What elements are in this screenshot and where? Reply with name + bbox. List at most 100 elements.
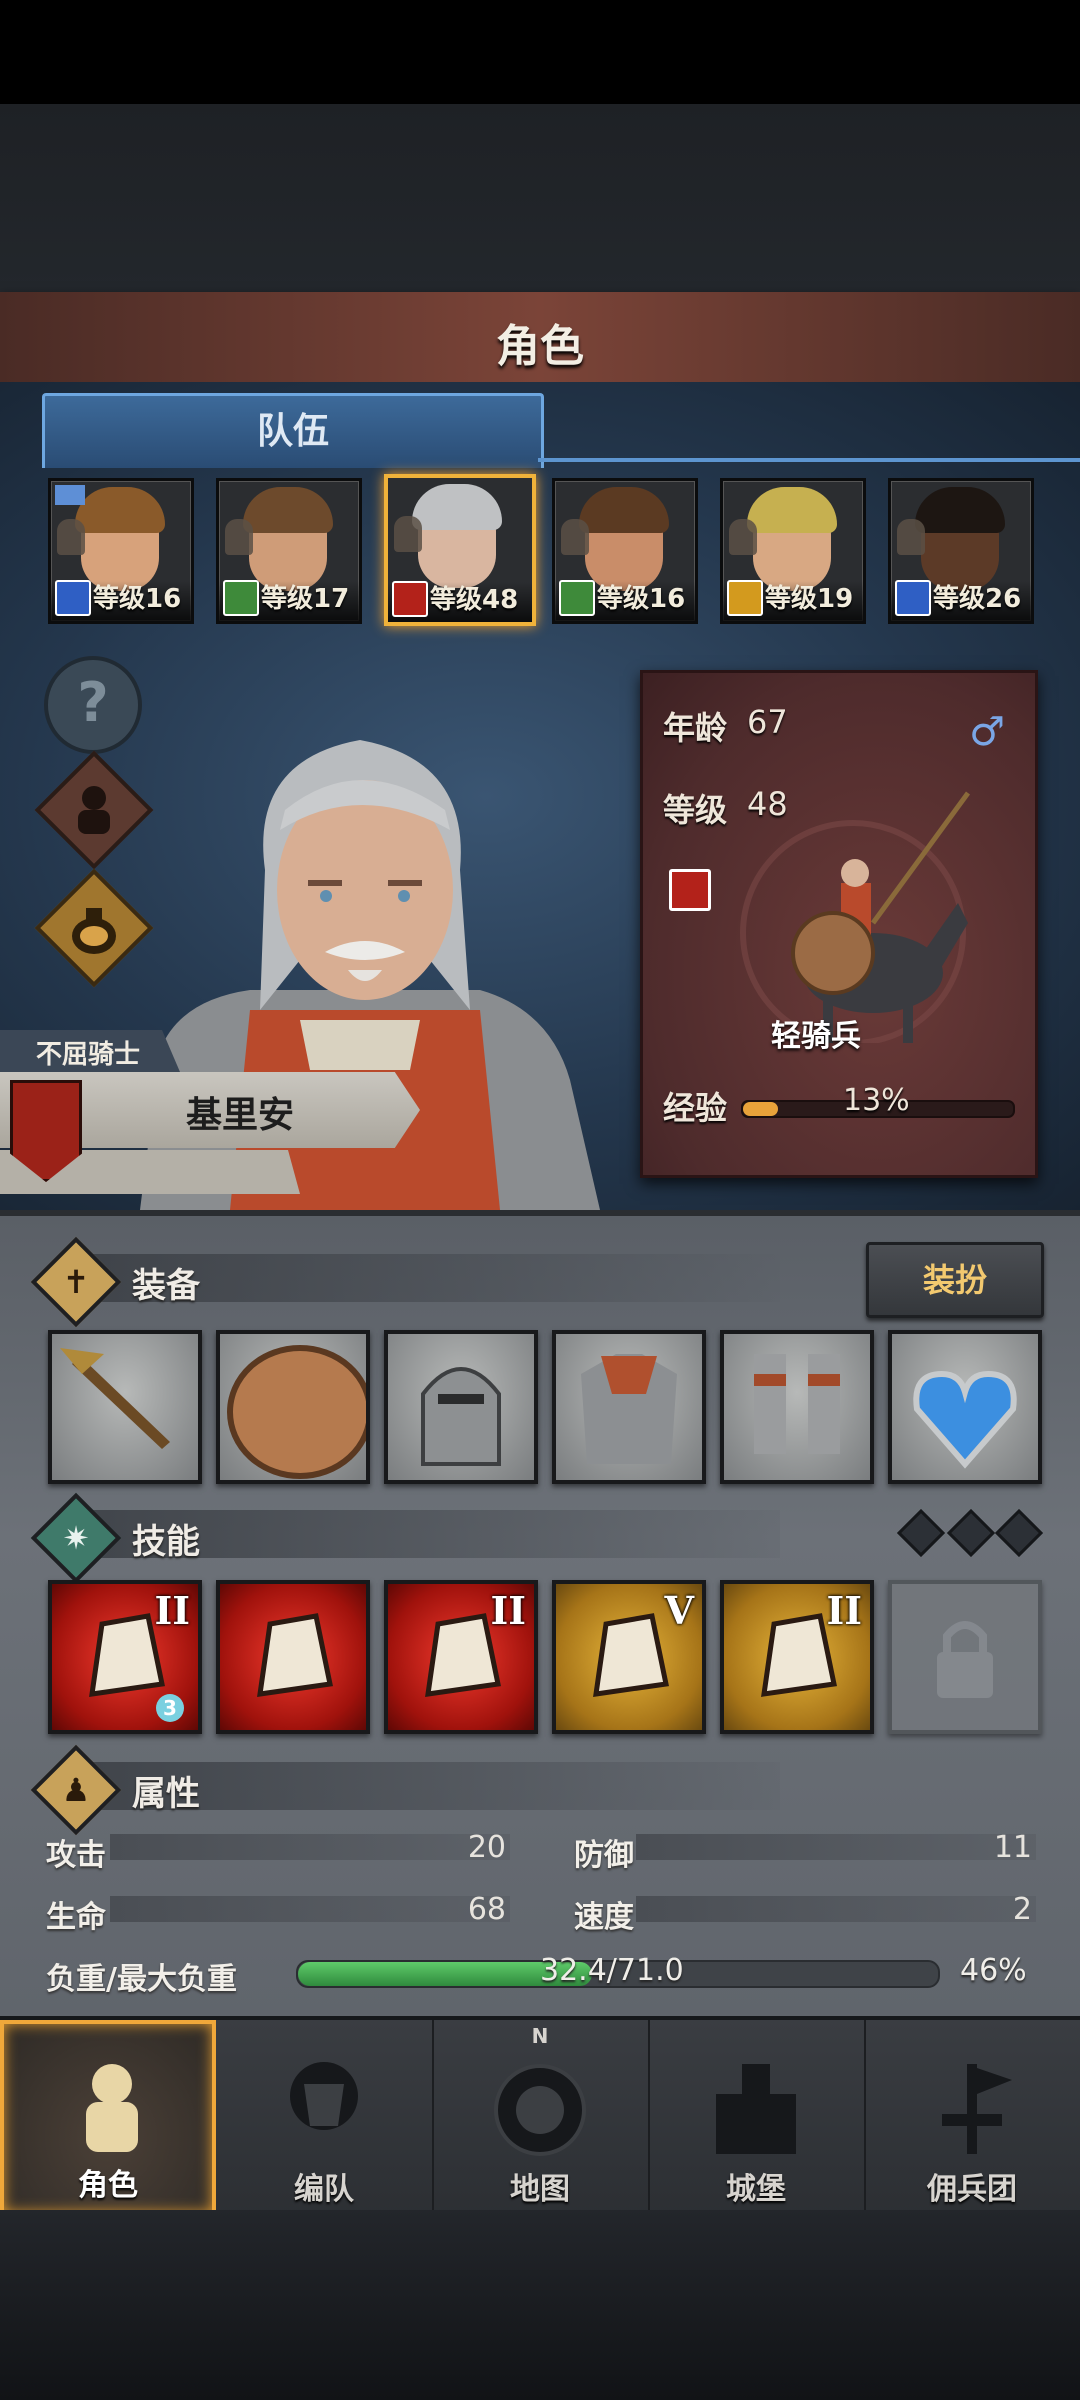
portrait-level: 等级16: [597, 584, 686, 614]
skill-charges-badge: 3: [156, 1694, 184, 1722]
mini-soldier-icon: [225, 519, 253, 555]
portrait-hair: [412, 484, 502, 530]
exp-percent: 13%: [843, 1083, 910, 1118]
skill-slot[interactable]: II: [720, 1580, 874, 1734]
skill-slot[interactable]: II 3: [48, 1580, 202, 1734]
status-bar: [0, 0, 1080, 104]
age-label: 年龄: [663, 709, 728, 747]
portrait-level: 等级17: [261, 584, 350, 614]
skill-slot[interactable]: II: [384, 1580, 538, 1734]
tab-underline: [538, 458, 1080, 462]
dress-up-button[interactable]: 装扮: [866, 1242, 1044, 1318]
skill-rank: V: [664, 1588, 694, 1633]
shield-icon: [727, 580, 763, 616]
lock-icon: [892, 1584, 1038, 1730]
portrait-level: 等级16: [93, 584, 182, 614]
age-value: 67: [747, 703, 788, 741]
light-cavalry-icon: [740, 791, 971, 1043]
mini-soldier-icon: [729, 519, 757, 555]
party-member-portrait[interactable]: 等级26: [888, 478, 1034, 624]
nav-label: 佣兵团: [927, 2172, 1017, 2207]
portrait-level: 等级48: [430, 585, 519, 615]
unit-info-card: 年龄 67 ♂ 等级 48 轻骑兵 经验 13%: [640, 670, 1038, 1178]
dress-up-label: 装扮: [922, 1261, 987, 1299]
attributes-title: 属性: [132, 1774, 200, 1814]
nav-item-mercenary[interactable]: 佣兵团: [864, 2020, 1080, 2216]
defense-label: 防御: [574, 1838, 634, 1873]
nav-label: 城堡: [726, 2172, 786, 2207]
equipment-slot[interactable]: [216, 1330, 370, 1484]
skill-rank: II: [154, 1588, 190, 1633]
star-icon: ✷: [62, 1519, 90, 1557]
spear-icon: [55, 580, 91, 616]
portrait-level: 等级19: [765, 584, 854, 614]
equipment-slot[interactable]: [48, 1330, 202, 1484]
party-member-portrait[interactable]: 等级19: [720, 478, 866, 624]
leader-flag-icon: [55, 485, 85, 505]
nav-item-knight[interactable]: 角色: [0, 2020, 216, 2216]
mini-soldier-icon: [394, 516, 422, 552]
portrait-hair: [243, 487, 333, 533]
nav-label: 地图: [510, 2172, 570, 2207]
hp-value: 68: [467, 1892, 506, 1927]
skill-slot[interactable]: V: [552, 1580, 706, 1734]
cross-icon: ✝: [62, 1263, 90, 1301]
page-title: 角色: [496, 321, 584, 372]
party-member-portrait[interactable]: 等级48: [384, 474, 536, 626]
top-backdrop: [0, 104, 1080, 292]
portrait-hair: [915, 487, 1005, 533]
compass-north-label: N: [531, 2024, 549, 2048]
nav-item-compass-map[interactable]: N 地图: [432, 2020, 650, 2216]
skill-slot[interactable]: [888, 1580, 1042, 1734]
attack-value: 20: [467, 1830, 506, 1865]
hp-label: 生命: [46, 1900, 106, 1935]
pawn-icon: ♟: [61, 1771, 91, 1809]
bottom-backdrop: [0, 2210, 1080, 2400]
party-member-portrait[interactable]: 等级16: [48, 478, 194, 624]
speed-value: 2: [1012, 1892, 1032, 1927]
equipment-slot[interactable]: [888, 1330, 1042, 1484]
spear-icon: [52, 1334, 198, 1480]
mini-soldier-icon: [561, 519, 589, 555]
amulet-icon: [892, 1334, 1038, 1480]
horse-icon: [392, 581, 428, 617]
boots-icon: [724, 1334, 870, 1480]
character-title-tag: 不屈骑士: [0, 1030, 180, 1072]
skill-rank: II: [826, 1588, 862, 1633]
nav-item-castle[interactable]: 城堡: [648, 2020, 866, 2216]
round-shield-icon: [220, 1334, 366, 1480]
crossbow-icon: [223, 580, 259, 616]
nav-label: 角色: [78, 2168, 138, 2203]
crossbow-icon: [559, 580, 595, 616]
equipment-slot[interactable]: [720, 1330, 874, 1484]
equipment-slot[interactable]: [384, 1330, 538, 1484]
compass-map-icon: [490, 2054, 590, 2164]
mini-soldier-icon: [57, 519, 85, 555]
male-icon: ♂: [969, 709, 1005, 755]
portrait-hair: [579, 487, 669, 533]
portrait-hair: [75, 487, 165, 533]
spear-icon: [895, 580, 931, 616]
knight-icon: [62, 2058, 162, 2168]
nav-item-squad[interactable]: 编队: [216, 2020, 434, 2216]
bottom-nav: 角色 编队 N 地图 城堡 佣兵团: [0, 2016, 1080, 2216]
mercenary-icon: [922, 2054, 1022, 2164]
party-member-portrait[interactable]: 等级16: [552, 478, 698, 624]
tab-team[interactable]: 队伍: [42, 393, 544, 468]
skill-slot[interactable]: [216, 1580, 370, 1734]
portrait-level: 等级26: [933, 584, 1022, 614]
defense-value: 11: [993, 1830, 1032, 1865]
load-percent: 46%: [960, 1953, 1027, 1988]
character-name: 基里安: [186, 1095, 295, 1136]
title-banner: 角色: [0, 292, 1080, 386]
skills-title: 技能: [132, 1522, 200, 1562]
equipment-slot[interactable]: [552, 1330, 706, 1484]
load-label: 负重/最大负重: [46, 1962, 237, 1997]
squad-icon: [274, 2054, 374, 2164]
level-label: 等级: [663, 791, 728, 829]
party-member-portrait[interactable]: 等级17: [216, 478, 362, 624]
horse-icon: [669, 869, 711, 911]
skill-rank: II: [490, 1588, 526, 1633]
exp-bar-fill: [743, 1102, 779, 1116]
nav-label: 编队: [294, 2172, 354, 2207]
